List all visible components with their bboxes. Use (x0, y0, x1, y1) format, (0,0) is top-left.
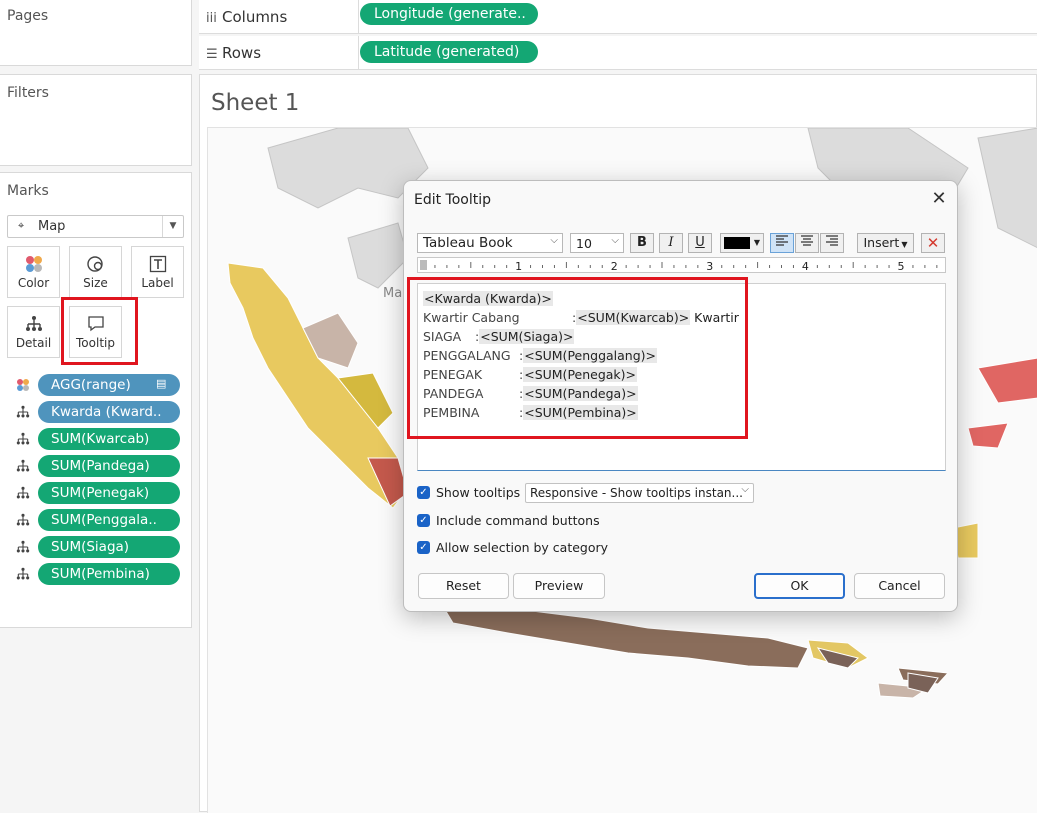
field-pill[interactable]: SUM(Siaga) (38, 536, 180, 558)
mark-type-dropdown[interactable]: ⌖ Map ▼ (7, 215, 184, 238)
detail-icon (16, 540, 32, 557)
latitude-pill[interactable]: Latitude (generated) (360, 41, 538, 63)
detail-icon (16, 405, 32, 422)
color-label: Color (17, 276, 50, 290)
ruler-number: 5 (898, 260, 905, 273)
font-family-select[interactable]: Tableau Book ⌵ (417, 233, 563, 253)
rows-label: ☰ Rows (206, 44, 262, 62)
chevron-down-icon: ⌵ (741, 484, 749, 495)
italic-button[interactable]: I (659, 233, 683, 253)
marks-title: Marks (7, 183, 49, 199)
insert-button[interactable]: Insert ▼ (857, 233, 914, 253)
detail-icon (16, 432, 32, 449)
include-command-buttons-checkbox[interactable]: ✓ (417, 514, 430, 527)
marks-card: Marks ⌖ Map ▼ Color Size Label Detail To… (0, 172, 192, 628)
dialog-title: Edit Tooltip (414, 192, 492, 208)
chevron-down-icon: ⌵ (611, 235, 619, 246)
filters-card: Filters (0, 74, 192, 166)
chevron-down-icon: ⌵ (550, 235, 558, 246)
ruler-number: 1 (515, 260, 522, 273)
shelf-divider (358, 0, 359, 33)
detail-label: Detail (15, 336, 52, 350)
ok-button[interactable]: OK (754, 573, 845, 599)
close-icon[interactable]: ✕ (928, 188, 950, 210)
cancel-button[interactable]: Cancel (854, 573, 945, 599)
color-icon (16, 378, 32, 395)
ruler-ticks: 1 2 3 4 5 (422, 260, 938, 273)
shelf-divider (358, 36, 359, 69)
field-pill[interactable]: Kwarda (Kward.. (38, 401, 180, 423)
label-label: Label (141, 276, 174, 290)
detail-icon (8, 315, 59, 333)
ruler-number: 2 (611, 260, 618, 273)
align-left-button[interactable] (770, 233, 794, 253)
align-left-icon (776, 235, 788, 246)
ruler-number: 3 (706, 260, 713, 273)
sheet-title: Sheet 1 (211, 90, 300, 116)
tooltip-text-highlight (407, 277, 748, 439)
tooltip-highlight (61, 297, 138, 365)
align-right-icon (826, 235, 838, 246)
ruler-number: 4 (802, 260, 809, 273)
chevron-down-icon: ▼ (753, 238, 760, 247)
text-label-icon (132, 255, 183, 273)
field-pill[interactable]: SUM(Pandega) (38, 455, 180, 477)
pages-title: Pages (7, 8, 49, 24)
rows-icon: ☰ (206, 47, 218, 62)
ruler: 1 2 3 4 5 (417, 257, 946, 273)
detail-icon (16, 567, 32, 584)
bold-button[interactable]: B (630, 233, 654, 253)
align-right-button[interactable] (820, 233, 844, 253)
allow-selection-label: Allow selection by category (436, 540, 609, 555)
filters-title: Filters (7, 85, 49, 101)
color-icon (8, 255, 59, 273)
size-icon (70, 255, 121, 273)
detail-icon (16, 486, 32, 503)
sort-icon: ▤ (156, 377, 167, 390)
map-icon: ⌖ (18, 219, 25, 232)
underline-button[interactable]: U (688, 233, 712, 253)
longitude-pill[interactable]: Longitude (generate.. (360, 3, 538, 25)
size-button[interactable]: Size (69, 246, 122, 298)
left-panel-bottom (0, 628, 192, 812)
preview-button[interactable]: Preview (513, 573, 605, 599)
text-color-picker[interactable]: ▼ (720, 233, 764, 253)
ruler-indent-marker (420, 260, 427, 270)
columns-shelf[interactable]: iii Columns Longitude (generate.. (199, 0, 1037, 34)
field-pill[interactable]: SUM(Penggala.. (38, 509, 180, 531)
label-button[interactable]: Label (131, 246, 184, 298)
color-swatch (724, 237, 750, 249)
field-pill[interactable]: SUM(Kwarcab) (38, 428, 180, 450)
detail-button[interactable]: Detail (7, 306, 60, 358)
show-tooltips-mode-select[interactable]: Responsive - Show tooltips instan... ⌵ (525, 483, 754, 503)
columns-icon: iii (206, 11, 217, 26)
show-tooltips-label: Show tooltips (436, 485, 521, 500)
include-command-buttons-label: Include command buttons (436, 513, 600, 528)
detail-icon (16, 459, 32, 476)
map-place-label: Ma (383, 286, 403, 301)
rows-shelf[interactable]: ☰ Rows Latitude (generated) (199, 36, 1037, 70)
columns-label: iii Columns (206, 8, 288, 26)
mark-type-label: Map (38, 219, 66, 234)
clear-button[interactable]: ✕ (921, 233, 945, 253)
font-size-select[interactable]: 10 ⌵ (570, 233, 624, 253)
field-pill[interactable]: SUM(Pembina) (38, 563, 180, 585)
align-center-button[interactable] (795, 233, 819, 253)
chevron-down-icon: ▼ (901, 240, 908, 249)
align-center-icon (801, 235, 813, 246)
detail-icon (16, 513, 32, 530)
reset-button[interactable]: Reset (418, 573, 509, 599)
allow-selection-checkbox[interactable]: ✓ (417, 541, 430, 554)
show-tooltips-checkbox[interactable]: ✓ (417, 486, 430, 499)
pages-card: Pages (0, 0, 192, 66)
size-label: Size (83, 276, 108, 290)
color-button[interactable]: Color (7, 246, 60, 298)
chevron-down-icon: ▼ (162, 216, 183, 237)
field-pill[interactable]: SUM(Penegak) (38, 482, 180, 504)
